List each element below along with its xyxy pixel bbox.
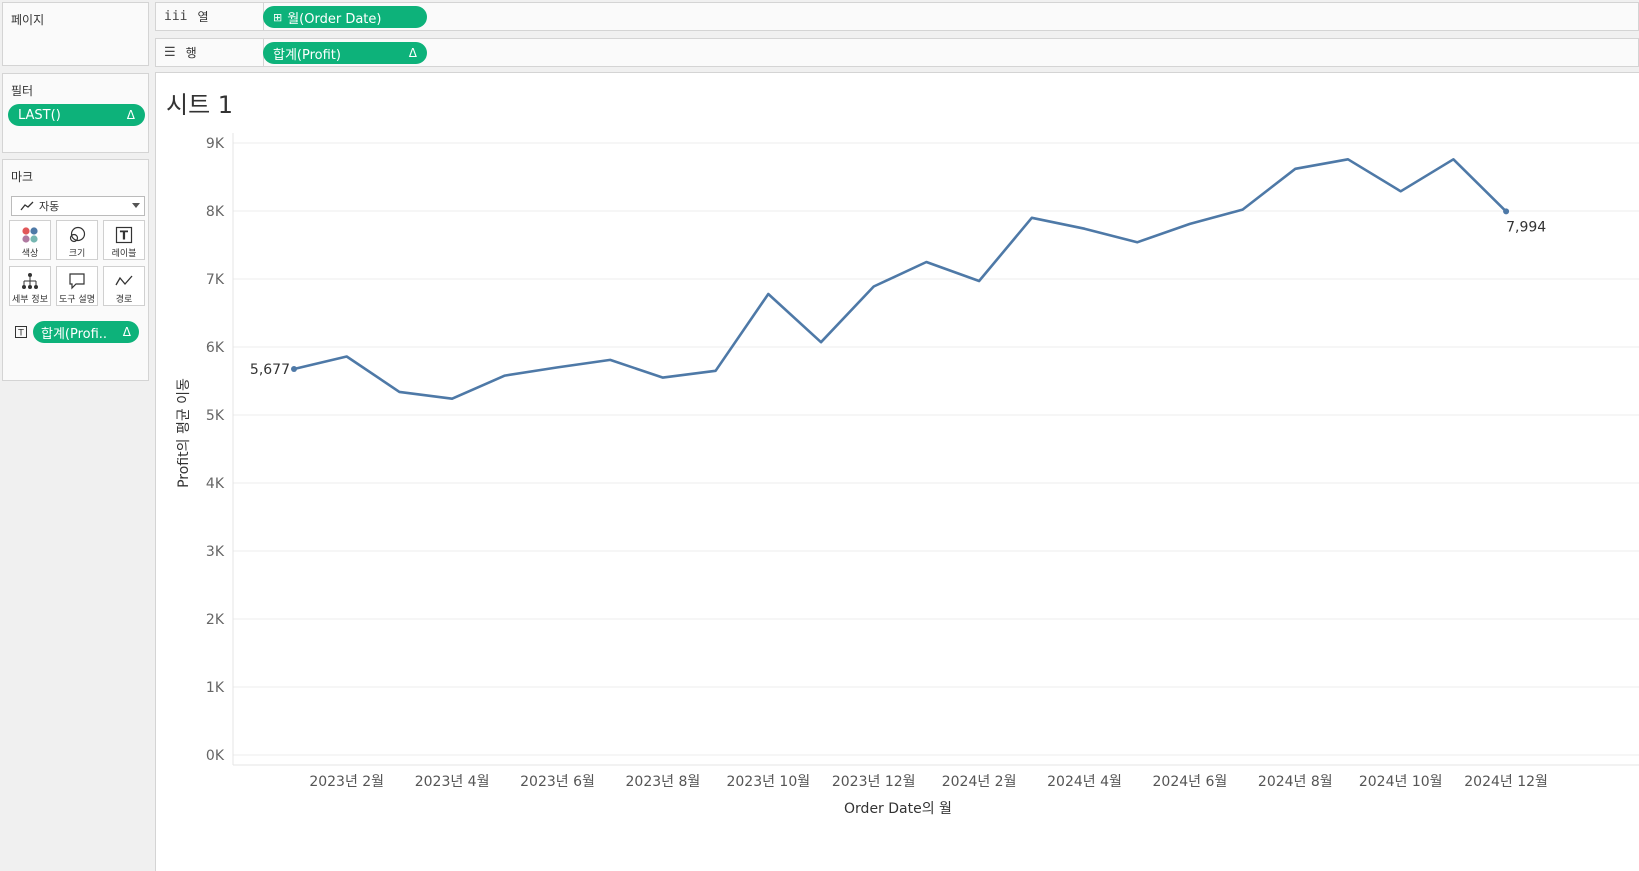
x-tick-label: 2024년 4월 <box>1047 774 1122 790</box>
delta-icon: Δ <box>126 108 135 122</box>
chevron-down-icon <box>132 203 140 208</box>
rows-shelf-label: ☰ 행 <box>156 39 264 66</box>
color-icon <box>22 227 38 243</box>
svg-text:T: T <box>17 329 24 339</box>
x-tick-label: 2023년 12월 <box>832 774 916 790</box>
mark-type-label: 자동 <box>39 200 60 213</box>
y-tick-label: 6K <box>206 340 225 356</box>
x-tick-label: 2024년 12월 <box>1464 774 1548 790</box>
x-tick-label: 2024년 10월 <box>1359 774 1443 790</box>
x-tick-label: 2023년 4월 <box>415 774 490 790</box>
color-button-label: 색상 <box>21 249 39 259</box>
x-tick-label: 2023년 8월 <box>626 774 701 790</box>
y-tick-label: 8K <box>206 204 225 220</box>
detail-button[interactable]: 세부 정보 <box>9 266 51 306</box>
label-icon: T <box>115 226 133 244</box>
detail-button-label: 세부 정보 <box>12 295 48 305</box>
data-label: 5,677 <box>250 362 290 378</box>
marks-pill-label: 합계(Profi.. <box>41 326 108 342</box>
data-labels: 5,677 7,994 <box>250 219 1546 378</box>
expand-icon: ⊞ <box>273 10 283 24</box>
y-tick-label: 0K <box>206 748 225 764</box>
filter-last-pill[interactable]: LAST() Δ <box>8 104 145 126</box>
path-button-label: 경로 <box>115 295 133 305</box>
columns-order-date-pill[interactable]: ⊞ 월(Order Date) <box>263 6 427 28</box>
svg-text:T: T <box>120 229 129 243</box>
gridlines <box>232 133 1639 766</box>
y-axis-ticks: 0K 1K 2K 3K 4K 5K 6K 7K 8K 9K <box>206 136 225 764</box>
marks-panel: 마크 자동 색상 크기 T 레이블 세부 정보 도구 설명 경로 T 합계(Pr… <box>2 159 149 381</box>
rows-icon: ☰ <box>164 45 176 60</box>
data-label: 7,994 <box>1506 219 1546 235</box>
x-tick-label: 2024년 8월 <box>1258 774 1333 790</box>
line-mark-icon <box>20 201 34 211</box>
filter-pill-label: LAST() <box>18 107 61 123</box>
delta-icon: Δ <box>408 46 417 60</box>
x-tick-label: 2024년 2월 <box>942 774 1017 790</box>
x-tick-label: 2023년 10월 <box>726 774 810 790</box>
y-tick-label: 1K <box>206 680 225 696</box>
tableau-workspace: 페이지 iii 열 ⊞ 월(Order Date) ☰ 행 합계(Profit)… <box>0 0 1639 871</box>
y-tick-label: 7K <box>206 272 225 288</box>
marks-profit-pill[interactable]: 합계(Profi.. Δ <box>33 321 139 343</box>
columns-pill-label: 월(Order Date) <box>287 11 382 27</box>
data-point[interactable] <box>1503 208 1510 215</box>
line-chart[interactable]: 0K1K2K3K4K5K6K7K8K9K 2023년 2월 2023년 4월 202… <box>156 73 1639 871</box>
y-axis-label: Profit의 평균 이동 <box>176 378 192 488</box>
x-axis-label: Order Date의 월 <box>844 801 952 817</box>
viz-canvas[interactable]: 시트 1 0K 1K 2K 3K 4K 5K 6K 7K 8K 9K 2023년 2월 2023년 … <box>155 72 1639 871</box>
columns-label-text: 열 <box>197 10 209 24</box>
detail-icon <box>22 273 38 289</box>
rows-shelf[interactable]: ☰ 행 합계(Profit) Δ <box>155 38 1639 67</box>
y-tick-label: 2K <box>206 612 225 628</box>
pages-panel-title: 페이지 <box>11 13 45 27</box>
x-tick-label: 2024년 6월 <box>1153 774 1228 790</box>
rows-profit-pill[interactable]: 합계(Profit) Δ <box>263 42 427 64</box>
x-tick-label: 2023년 2월 <box>309 774 384 790</box>
delta-icon: Δ <box>122 325 131 339</box>
columns-shelf-label: iii 열 <box>156 3 264 30</box>
columns-icon: iii <box>164 9 188 24</box>
path-button[interactable]: 경로 <box>103 266 145 306</box>
text-field-icon: T <box>15 326 27 338</box>
rows-label-text: 행 <box>185 46 197 60</box>
label-button[interactable]: T 레이블 <box>103 220 145 260</box>
y-tick-label: 3K <box>206 544 225 560</box>
color-button[interactable]: 색상 <box>9 220 51 260</box>
data-point[interactable] <box>291 365 297 372</box>
marks-panel-title: 마크 <box>11 170 34 184</box>
pages-panel[interactable]: 페이지 <box>2 2 149 66</box>
tooltip-button-label: 도구 설명 <box>59 295 95 305</box>
path-icon <box>115 275 133 286</box>
y-tick-label: 5K <box>206 408 225 424</box>
rows-pill-label: 합계(Profit) <box>273 47 341 63</box>
y-tick-label: 9K <box>206 136 225 152</box>
columns-shelf[interactable]: iii 열 ⊞ 월(Order Date) <box>155 2 1639 31</box>
tooltip-button[interactable]: 도구 설명 <box>56 266 98 306</box>
tooltip-icon <box>69 273 85 290</box>
size-button[interactable]: 크기 <box>56 220 98 260</box>
filters-panel-title: 필터 <box>11 84 34 98</box>
label-button-label: 레이블 <box>111 249 137 259</box>
size-button-label: 크기 <box>68 249 86 259</box>
mark-type-dropdown[interactable]: 자동 <box>11 196 145 216</box>
x-axis-ticks: 2023년 2월 2023년 4월 2023년 6월 2023년 8월 2023년 10… <box>309 774 1548 790</box>
size-icon <box>69 226 86 243</box>
y-tick-label: 4K <box>206 476 225 492</box>
filters-panel[interactable]: 필터 LAST() Δ <box>2 73 149 153</box>
x-tick-label: 2023년 6월 <box>520 774 595 790</box>
